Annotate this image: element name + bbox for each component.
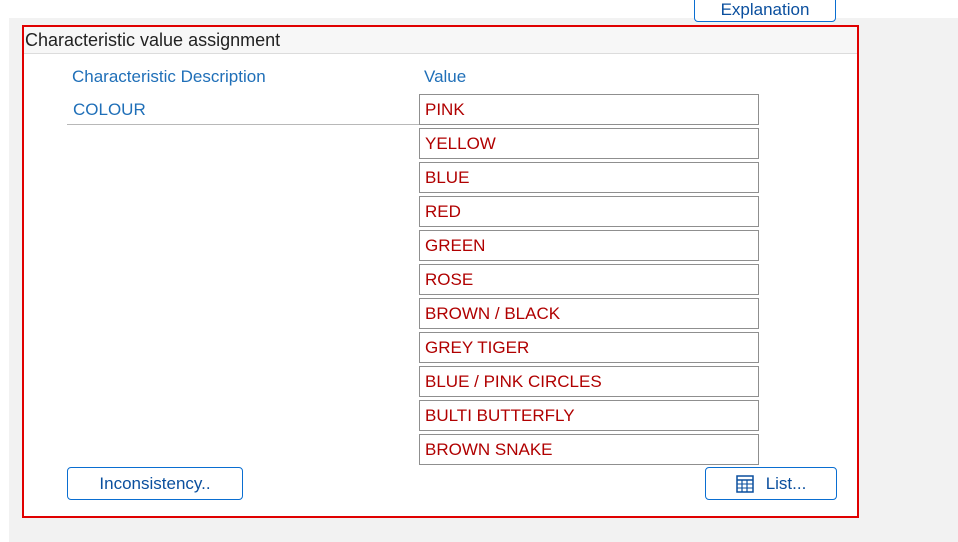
- explanation-button-label: Explanation: [720, 0, 810, 19]
- value-field[interactable]: ROSE: [419, 264, 759, 295]
- column-header-description: Characteristic Description: [72, 67, 266, 86]
- value-field[interactable]: BROWN / BLACK: [419, 298, 759, 329]
- characteristic-name: COLOUR: [67, 95, 420, 125]
- value-field[interactable]: GREEN: [419, 230, 759, 261]
- characteristic-value-assignment-panel: Characteristic value assignment Characte…: [22, 25, 859, 518]
- value-field[interactable]: RED: [419, 196, 759, 227]
- value-field[interactable]: YELLOW: [419, 128, 759, 159]
- value-field[interactable]: GREY TIGER: [419, 332, 759, 363]
- value-field[interactable]: BULTI BUTTERFLY: [419, 400, 759, 431]
- list-button-label: List...: [765, 473, 807, 493]
- explanation-button[interactable]: Explanation: [694, 0, 836, 22]
- column-header-value: Value: [424, 67, 467, 86]
- inconsistency-button-label: Inconsistency..: [99, 473, 211, 493]
- inconsistency-button[interactable]: Inconsistency..: [67, 467, 243, 500]
- value-field[interactable]: BLUE: [419, 162, 759, 193]
- list-button[interactable]: List...: [705, 467, 837, 500]
- value-list: PINK YELLOW BLUE RED GREEN ROSE BROWN / …: [419, 94, 759, 468]
- value-field[interactable]: BLUE / PINK CIRCLES: [419, 366, 759, 397]
- list-table-icon: [735, 474, 754, 493]
- panel-title: Characteristic value assignment: [24, 27, 857, 54]
- value-field[interactable]: PINK: [419, 94, 759, 125]
- value-field[interactable]: BROWN SNAKE: [419, 434, 759, 465]
